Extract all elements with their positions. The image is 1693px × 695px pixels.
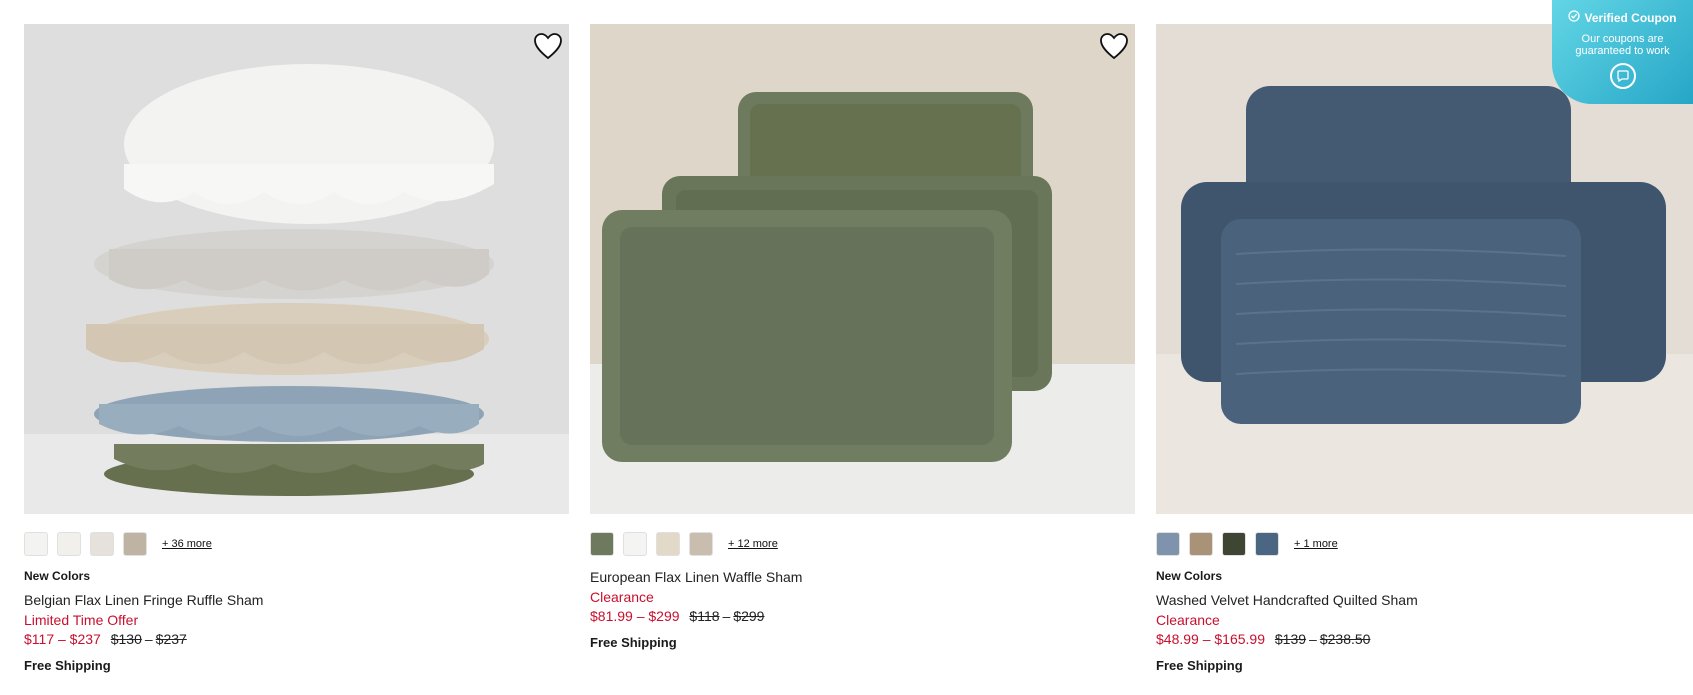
product-card[interactable]: + 36 more New Colors Belgian Flax Linen … [24, 24, 569, 673]
original-price-low: $130 [110, 631, 142, 647]
new-colors-badge: New Colors [24, 569, 91, 583]
color-swatch[interactable] [123, 532, 147, 556]
color-swatches: + 12 more [590, 532, 1135, 556]
shipping-label: Free Shipping [590, 635, 677, 650]
price-row: $81.99 – $299 $118– $299 [590, 608, 1135, 624]
color-swatch[interactable] [1156, 532, 1180, 556]
product-card[interactable]: + 12 more European Flax Linen Waffle Sha… [590, 24, 1135, 673]
favorite-heart-icon[interactable] [1099, 32, 1129, 60]
product-grid: + 36 more New Colors Belgian Flax Linen … [24, 24, 1693, 673]
shipping-label: Free Shipping [24, 658, 111, 673]
sale-price: $81.99 – $299 [590, 608, 680, 624]
coupon-title: Verified Coupon [1552, 10, 1693, 25]
more-colors-link[interactable]: + 12 more [728, 538, 778, 550]
color-swatch[interactable] [1222, 532, 1246, 556]
original-price-low: $139 [1274, 631, 1307, 647]
color-swatch[interactable] [90, 532, 114, 556]
color-swatch[interactable] [590, 532, 614, 556]
original-price-high: $238.50 [1319, 631, 1371, 647]
product-card[interactable]: + 1 more New Colors Washed Velvet Handcr… [1156, 24, 1693, 673]
color-swatch[interactable] [24, 532, 48, 556]
verified-coupon-widget[interactable]: Verified Coupon Our coupons are guarante… [1552, 0, 1693, 104]
shipping-label: Free Shipping [1156, 658, 1243, 673]
coupon-title-text: Verified Coupon [1584, 10, 1677, 25]
promo-label: Clearance [590, 589, 654, 605]
color-swatch[interactable] [1189, 532, 1213, 556]
more-colors-link[interactable]: + 1 more [1294, 538, 1338, 550]
new-colors-badge: New Colors [1156, 569, 1223, 583]
color-swatches: + 36 more [24, 532, 569, 556]
price-separator: – [144, 631, 153, 647]
color-swatch[interactable] [689, 532, 713, 556]
promo-label: Clearance [1156, 612, 1220, 628]
more-colors-link[interactable]: + 36 more [162, 538, 212, 550]
color-swatch[interactable] [1255, 532, 1279, 556]
check-circle-icon [1568, 10, 1581, 25]
product-image[interactable] [24, 24, 569, 514]
price-separator: – [1309, 631, 1317, 647]
price-row: $48.99 – $165.99 $139– $238.50 [1156, 631, 1693, 647]
product-name[interactable]: European Flax Linen Waffle Sham [590, 569, 1135, 585]
price-row: $117 – $237 $130– $237 [24, 631, 569, 647]
promo-label: Limited Time Offer [24, 612, 139, 628]
favorite-heart-icon[interactable] [533, 32, 563, 60]
color-swatch[interactable] [57, 532, 81, 556]
chat-icon[interactable] [1609, 63, 1636, 89]
product-image[interactable] [590, 24, 1135, 514]
product-name[interactable]: Belgian Flax Linen Fringe Ruffle Sham [24, 592, 569, 608]
color-swatches: + 1 more [1156, 532, 1693, 556]
coupon-subtitle: Our coupons are guaranteed to work [1575, 33, 1670, 57]
product-name[interactable]: Washed Velvet Handcrafted Quilted Sham [1156, 592, 1693, 608]
sale-price: $117 – $237 [24, 631, 101, 647]
color-swatch[interactable] [623, 532, 647, 556]
price-separator: – [722, 608, 731, 624]
original-price-high: $299 [733, 608, 765, 624]
original-price-low: $118 [689, 608, 720, 624]
color-swatch[interactable] [656, 532, 680, 556]
original-price-high: $237 [155, 631, 187, 647]
sale-price: $48.99 – $165.99 [1156, 631, 1265, 647]
